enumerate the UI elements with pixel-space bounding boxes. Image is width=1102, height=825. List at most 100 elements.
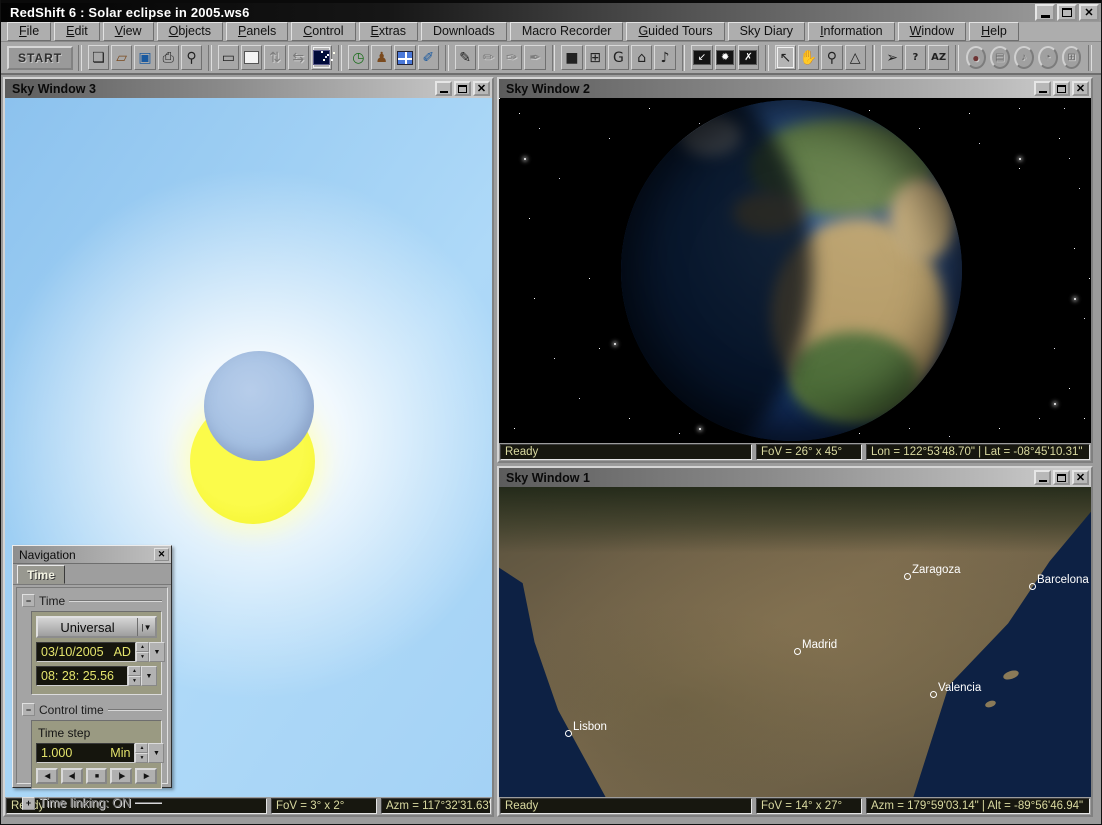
framed-view-icon[interactable]: ⊞ — [585, 45, 606, 70]
close-icon[interactable]: ✕ — [1072, 470, 1089, 485]
pointer-stick-icon[interactable]: ➢ — [881, 45, 902, 70]
google-export-icon[interactable]: G — [608, 45, 629, 70]
pencil-icon[interactable]: ✏ — [478, 45, 499, 70]
new-document-icon[interactable]: ❏ — [88, 45, 109, 70]
track-object-icon[interactable]: ✹ — [715, 45, 736, 70]
play-backward-icon[interactable]: ◀ — [36, 768, 58, 784]
close-icon[interactable]: ✕ — [1079, 4, 1099, 21]
timer-icon[interactable]: ◔ — [1038, 46, 1058, 69]
menu-item-information[interactable]: Information — [808, 22, 895, 41]
menu-item-view[interactable]: View — [103, 22, 154, 41]
menu-item-control[interactable]: Control — [291, 22, 355, 41]
edit-data-icon[interactable]: ✎ — [455, 45, 476, 70]
sky-window-1-statusbar: Ready FoV = 14° x 27° Azm = 179°59'03.14… — [499, 797, 1091, 815]
maximize-icon[interactable] — [454, 81, 471, 96]
cube-3d-icon[interactable]: ■ — [561, 45, 582, 70]
fov-cone-icon[interactable]: △ — [845, 45, 866, 70]
city-label: Zaragoza — [912, 564, 961, 576]
maximize-icon[interactable] — [1053, 81, 1070, 96]
menu-item-objects[interactable]: Objects — [157, 22, 223, 41]
menu-item-extras[interactable]: Extras — [359, 22, 418, 41]
timezone-select[interactable]: Universal |▼ — [36, 616, 157, 638]
step-backward-icon[interactable]: ◀| — [61, 768, 83, 784]
help-book-icon[interactable]: ? — [905, 45, 926, 70]
pan-hand-icon[interactable]: ✋ — [798, 45, 819, 70]
spin-up-icon[interactable]: ▲ — [135, 743, 148, 753]
spin-down-icon[interactable]: ▼ — [135, 753, 148, 763]
step-forward-icon[interactable]: |▶ — [110, 768, 132, 784]
expand-icon[interactable]: + — [22, 797, 35, 810]
flip-horizontal-icon[interactable]: ⇆ — [288, 45, 309, 70]
sky-window-2: Sky Window 2 ✕ — [497, 77, 1093, 463]
time-step-dropdown-icon[interactable]: ▼ — [148, 743, 164, 763]
observer-location-icon[interactable]: ♟ — [371, 45, 392, 70]
report-icon[interactable]: ✐ — [418, 45, 439, 70]
eraser-alt-icon[interactable]: ✒ — [524, 45, 545, 70]
minimize-icon[interactable] — [435, 81, 452, 96]
stop-icon[interactable]: ■ — [86, 768, 108, 784]
sky-window-1-titlebar[interactable]: Sky Window 1 ✕ — [499, 468, 1091, 487]
zoom-tool-icon[interactable]: ⚲ — [821, 45, 842, 70]
maximize-icon[interactable] — [1057, 4, 1077, 21]
menu-item-help[interactable]: Help — [969, 22, 1019, 41]
play-forward-icon[interactable]: ▶ — [135, 768, 157, 784]
menu-item-panels[interactable]: Panels — [226, 22, 288, 41]
sky-window-2-titlebar[interactable]: Sky Window 2 ✕ — [499, 79, 1091, 98]
collapse-icon[interactable]: − — [22, 594, 35, 607]
display-mode-icon[interactable]: ▭ — [218, 45, 239, 70]
minimize-icon[interactable] — [1034, 470, 1051, 485]
center-object-icon[interactable]: ↙ — [691, 45, 712, 70]
save-icon[interactable]: ▣ — [134, 45, 155, 70]
close-icon[interactable]: ✕ — [473, 81, 490, 96]
menu-item-macro-recorder[interactable]: Macro Recorder — [510, 22, 624, 41]
close-icon[interactable]: ✕ — [154, 548, 169, 561]
spin-down-icon[interactable]: ▼ — [136, 652, 149, 662]
spin-up-icon[interactable]: ▲ — [136, 642, 149, 652]
menu-item-window[interactable]: Window — [898, 22, 966, 41]
earth-globe[interactable] — [621, 100, 962, 441]
moon-disc[interactable] — [204, 351, 314, 461]
menu-item-edit[interactable]: Edit — [54, 22, 100, 41]
time-dropdown-icon[interactable]: ▼ — [141, 666, 157, 686]
select-cursor-icon[interactable]: ↖ — [775, 45, 796, 70]
record-icon[interactable]: ● — [966, 46, 986, 69]
sky-window-3-titlebar[interactable]: Sky Window 3 ✕ — [5, 79, 492, 98]
menu-item-file[interactable]: File — [7, 22, 51, 41]
close-icon[interactable]: ✕ — [1072, 81, 1089, 96]
spin-up-icon[interactable]: ▲ — [128, 666, 141, 676]
minimize-icon[interactable] — [1035, 4, 1055, 21]
map-view[interactable]: Zaragoza Barcelona Madrid Valencia Lisbo… — [499, 487, 1091, 797]
time-skip-icon[interactable]: ◷ — [348, 45, 369, 70]
maximize-icon[interactable] — [1053, 470, 1070, 485]
navigation-titlebar[interactable]: Navigation ✕ — [13, 546, 171, 564]
start-button[interactable]: START — [7, 46, 73, 70]
minimize-icon[interactable] — [1034, 81, 1051, 96]
menu-item-guided-tours[interactable]: Guided Tours — [626, 22, 724, 41]
spin-down-icon[interactable]: ▼ — [128, 676, 141, 686]
playlist-icon[interactable]: ▤ — [990, 46, 1010, 69]
window-layout-icon[interactable] — [394, 45, 415, 70]
collapse-icon[interactable]: − — [22, 703, 35, 716]
white-panel-icon[interactable] — [241, 45, 262, 70]
open-file-icon[interactable]: ▱ — [111, 45, 132, 70]
home-view-icon[interactable]: ⌂ — [631, 45, 652, 70]
sound-mute-icon[interactable]: ♪ — [654, 45, 675, 70]
date-field[interactable]: 03/10/2005 AD — [36, 642, 136, 662]
print-icon[interactable]: ⎙ — [158, 45, 179, 70]
date-dropdown-icon[interactable]: ▼ — [149, 642, 165, 662]
toolbar-separator — [445, 45, 449, 71]
flip-vertical-icon[interactable]: ⇅ — [264, 45, 285, 70]
time-field[interactable]: 08: 28: 25.56 — [36, 666, 128, 686]
earth-globe-view[interactable] — [499, 98, 1091, 443]
print-preview-icon[interactable]: ⚲ — [181, 45, 202, 70]
az-index-icon[interactable]: AZ — [928, 45, 949, 70]
tab-time[interactable]: Time — [17, 565, 65, 584]
time-step-field[interactable]: 1.000 Min — [36, 743, 135, 763]
night-sky-mode-icon[interactable] — [311, 45, 332, 70]
eraser-icon[interactable]: ✑ — [501, 45, 522, 70]
frame-grid-icon[interactable]: ⊞ — [1062, 46, 1082, 69]
menu-item-sky-diary[interactable]: Sky Diary — [728, 22, 805, 41]
menu-item-downloads[interactable]: Downloads — [421, 22, 507, 41]
sound-icon[interactable]: ♪ — [1014, 46, 1034, 69]
deselect-object-icon[interactable]: ✗ — [738, 45, 759, 70]
